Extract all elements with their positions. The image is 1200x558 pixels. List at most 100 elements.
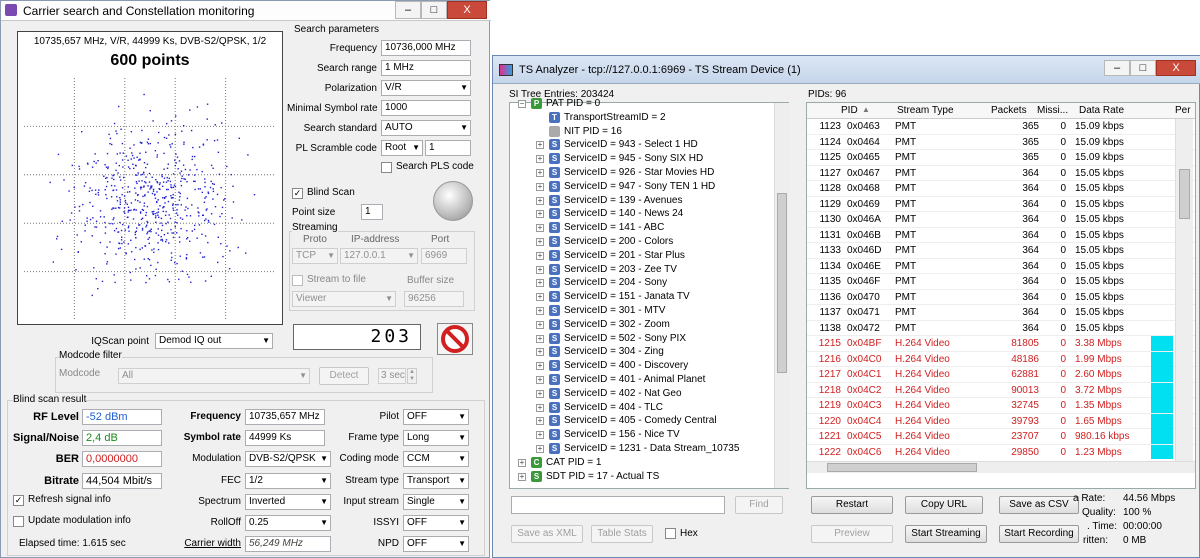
frame-type-select[interactable]: Long ▼ <box>403 430 469 446</box>
tree-item[interactable]: + S ServiceID = 204 - Sony <box>510 276 772 290</box>
tree-item[interactable]: + S ServiceID = 200 - Colors <box>510 235 772 249</box>
expand-icon[interactable]: + <box>536 348 544 357</box>
expand-icon[interactable]: + <box>536 307 544 315</box>
find-button[interactable]: Find <box>735 496 783 514</box>
fec-select[interactable]: 1/2 ▼ <box>245 473 331 489</box>
tree-item[interactable]: + S ServiceID = 404 - TLC <box>510 401 772 415</box>
tree-scroll-thumb[interactable] <box>777 193 787 373</box>
tree-item[interactable]: + S ServiceID = 405 - Comedy Central <box>510 414 772 428</box>
table-row[interactable]: 1135 0x046F PMT 364 0 15.05 kbps <box>807 274 1195 290</box>
viewer-select[interactable]: Viewer ▼ <box>292 291 396 307</box>
save-csv-button[interactable]: Save as CSV <box>999 496 1079 514</box>
table-row[interactable]: 1137 0x0471 PMT 364 0 15.05 kbps <box>807 305 1195 321</box>
close-button[interactable]: X <box>447 1 487 19</box>
restart-button[interactable]: Restart <box>811 496 893 514</box>
port-input[interactable]: 6969 <box>421 248 467 264</box>
ts-close-button[interactable]: X <box>1156 60 1196 76</box>
expand-icon[interactable]: + <box>536 376 544 384</box>
update-checkbox[interactable] <box>13 516 24 527</box>
proto-select[interactable]: TCP ▼ <box>292 248 338 264</box>
table-row[interactable]: 1125 0x0465 PMT 365 0 15.09 kbps <box>807 150 1195 166</box>
modcode-select[interactable]: All ▼ <box>118 368 310 384</box>
detect-button[interactable]: Detect <box>319 367 369 385</box>
min-sr-input[interactable]: 1000 <box>381 100 471 116</box>
ip-select[interactable]: 127.0.0.1 ▼ <box>340 248 418 264</box>
table-row[interactable]: 1129 0x0469 PMT 364 0 15.05 kbps <box>807 197 1195 212</box>
tree-item[interactable]: + S ServiceID = 402 - Nat Geo <box>510 387 772 401</box>
tree-item[interactable]: + S ServiceID = 1231 - Data Stream_10735 <box>510 442 772 456</box>
expand-icon[interactable]: + <box>536 334 544 343</box>
tree-item[interactable]: + S ServiceID = 302 - Zoom <box>510 318 772 332</box>
col-missing[interactable]: Missi... <box>1037 105 1068 116</box>
start-streaming-button[interactable]: Start Streaming <box>905 525 987 543</box>
table-row[interactable]: 1222 0x04C6 H.264 Video 29850 0 1.23 Mbps <box>807 444 1195 459</box>
copy-url-button[interactable]: Copy URL <box>905 496 983 514</box>
tree-item[interactable]: NIT PID = 16 <box>510 125 772 139</box>
minimize-button[interactable]: – <box>395 1 421 19</box>
input-stream-select[interactable]: Single ▼ <box>403 494 469 510</box>
frequency-input[interactable]: 10736,000 MHz <box>381 40 471 56</box>
tree-item[interactable]: + S ServiceID = 943 - Select 1 HD <box>510 138 772 152</box>
table-row[interactable]: 1136 0x0470 PMT 364 0 15.05 kbps <box>807 290 1195 305</box>
si-tree[interactable]: − P PAT PID = 0 T TransportStreamID = 2 NIT P… <box>509 98 789 489</box>
preview-button[interactable]: Preview <box>811 525 893 543</box>
expand-icon[interactable]: + <box>536 279 544 288</box>
col-per[interactable]: Per <box>1175 105 1191 116</box>
table-row[interactable]: 1138 0x0472 PMT 364 0 15.05 kbps <box>807 321 1195 336</box>
table-hscrollbar[interactable] <box>807 461 1195 473</box>
tree-item[interactable]: + S ServiceID = 401 - Animal Planet <box>510 373 772 387</box>
expand-icon[interactable]: + <box>536 293 544 302</box>
blind-scan-checkbox[interactable]: ✓ <box>292 188 303 199</box>
stop-button[interactable] <box>437 323 473 355</box>
point-size-input[interactable]: 1 <box>361 204 383 220</box>
expand-icon[interactable]: + <box>518 458 526 467</box>
expand-icon[interactable]: + <box>536 320 544 329</box>
expand-icon[interactable]: − <box>518 100 526 108</box>
table-row[interactable]: 1216 0x04C0 H.264 Video 48186 0 1.99 Mbps <box>807 351 1195 367</box>
save-xml-button[interactable]: Save as XML <box>511 525 583 543</box>
hex-checkbox[interactable] <box>665 528 676 539</box>
expand-icon[interactable]: + <box>536 238 544 246</box>
npd-select[interactable]: OFF ▼ <box>403 536 469 552</box>
expand-icon[interactable]: + <box>536 389 544 398</box>
table-row[interactable]: 1130 0x046A PMT 364 0 15.05 kbps <box>807 212 1195 228</box>
expand-icon[interactable]: + <box>536 182 544 191</box>
pl-mode-select[interactable]: Root ▼ <box>381 140 423 156</box>
rolloff-select[interactable]: 0.25 ▼ <box>245 515 331 531</box>
table-stats-button[interactable]: Table Stats <box>591 525 653 543</box>
tree-item[interactable]: + S ServiceID = 203 - Zee TV <box>510 263 772 277</box>
tree-item[interactable]: + S ServiceID = 304 - Zing <box>510 345 772 359</box>
tree-item[interactable]: + S SDT PID = 17 - Actual TS <box>510 470 772 484</box>
buffer-input[interactable]: 96256 <box>404 291 464 307</box>
stream-to-file-checkbox[interactable] <box>292 275 303 286</box>
tree-item[interactable]: + S ServiceID = 947 - Sony TEN 1 HD <box>510 180 772 194</box>
tree-item[interactable]: − P PAT PID = 0 <box>510 97 772 111</box>
tree-item[interactable]: + S ServiceID = 945 - Sony SIX HD <box>510 152 772 166</box>
tree-item[interactable]: T TransportStreamID = 2 <box>510 111 772 125</box>
satellite-dish-icon[interactable] <box>433 181 473 221</box>
tree-item[interactable]: + S ServiceID = 141 - ABC <box>510 221 772 235</box>
carrier-width-label[interactable]: Carrier width <box>165 538 241 549</box>
search-pls-checkbox[interactable] <box>381 162 392 173</box>
table-row[interactable]: 1123 0x0463 PMT 365 0 15.09 kbps <box>807 119 1195 135</box>
expand-icon[interactable]: + <box>536 445 544 453</box>
start-recording-button[interactable]: Start Recording <box>999 525 1079 543</box>
table-row[interactable]: 1128 0x0468 PMT 364 0 15.05 kbps <box>807 181 1195 197</box>
issyi-select[interactable]: OFF ▼ <box>403 515 469 531</box>
table-row[interactable]: 1219 0x04C3 H.264 Video 32745 0 1.35 Mbps <box>807 398 1195 414</box>
pid-table[interactable]: PID ▲ Stream Type Packets Missi... Data … <box>806 102 1196 489</box>
pl-code-input[interactable]: 1 <box>425 140 471 156</box>
pilot-select[interactable]: OFF ▼ <box>403 409 469 425</box>
expand-icon[interactable]: + <box>536 155 544 164</box>
expand-icon[interactable]: + <box>536 403 544 412</box>
table-hscroll-thumb[interactable] <box>827 463 977 472</box>
tree-item[interactable]: + S ServiceID = 151 - Janata TV <box>510 290 772 304</box>
expand-icon[interactable]: + <box>536 169 544 177</box>
tree-item[interactable]: + S ServiceID = 926 - Star Movies HD <box>510 166 772 180</box>
find-input[interactable] <box>511 496 725 514</box>
expand-icon[interactable]: + <box>536 417 544 426</box>
ts-maximize-button[interactable]: □ <box>1130 60 1156 76</box>
sec-spinner[interactable]: ▲ ▼ <box>407 368 417 384</box>
modulation-select[interactable]: DVB-S2/QPSK ▼ <box>245 451 331 467</box>
spectrum-select[interactable]: Inverted ▼ <box>245 494 331 510</box>
